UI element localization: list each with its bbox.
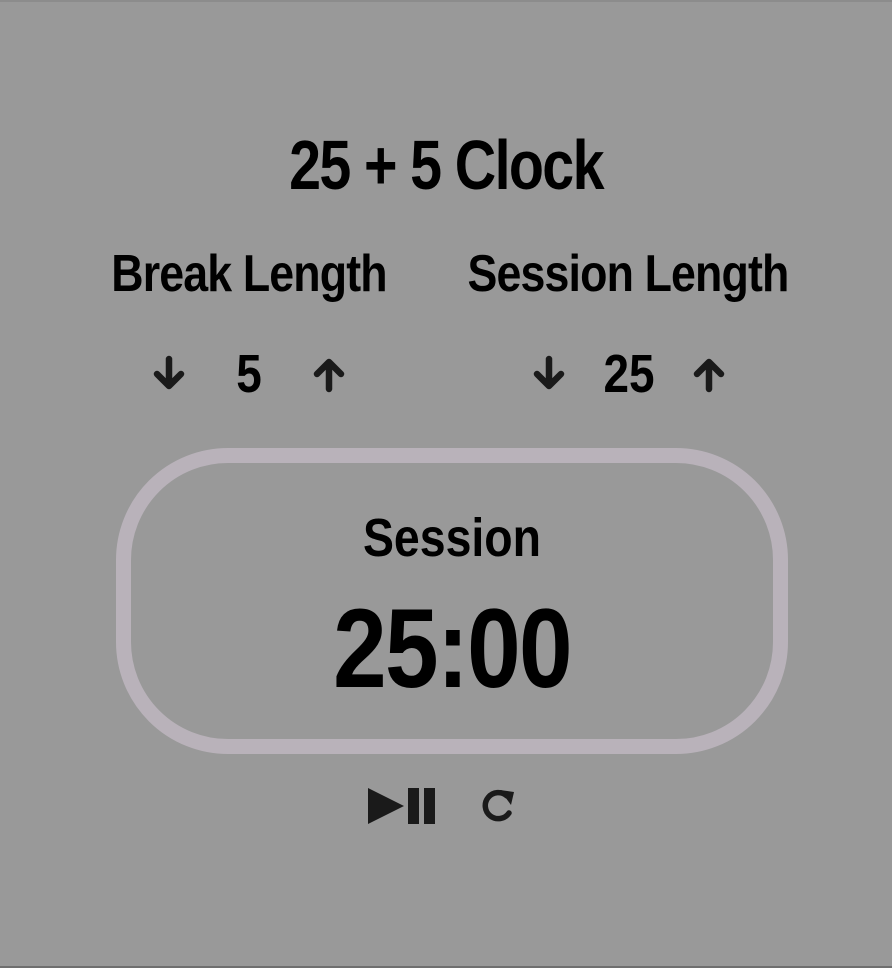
session-length-value: 25 bbox=[603, 344, 655, 404]
session-length-label: Session Length bbox=[467, 245, 790, 303]
play-pause-icon[interactable] bbox=[366, 784, 438, 828]
time-left: 25:00 bbox=[333, 586, 572, 711]
break-increment-button[interactable] bbox=[308, 353, 350, 395]
break-length-value: 5 bbox=[236, 344, 262, 404]
session-decrement-button[interactable] bbox=[528, 353, 570, 395]
break-length-label: Break Length bbox=[111, 245, 387, 303]
arrow-up-icon bbox=[313, 358, 345, 393]
clock-app: 25 + 5 Clock Break Length Session Length… bbox=[0, 2, 892, 966]
app-title: 25 + 5 Clock bbox=[289, 126, 604, 204]
arrow-up-icon bbox=[693, 358, 725, 393]
refresh-icon[interactable] bbox=[478, 786, 518, 826]
timer-controls bbox=[366, 784, 518, 828]
break-decrement-button[interactable] bbox=[148, 353, 190, 395]
session-increment-button[interactable] bbox=[688, 353, 730, 395]
timer-display: Session 25:00 bbox=[116, 448, 788, 754]
arrow-down-icon bbox=[153, 355, 185, 390]
session-length-control: 25 bbox=[528, 342, 730, 406]
arrow-down-icon bbox=[533, 355, 565, 390]
break-length-control: 5 bbox=[148, 342, 350, 406]
timer-label: Session bbox=[362, 508, 542, 568]
